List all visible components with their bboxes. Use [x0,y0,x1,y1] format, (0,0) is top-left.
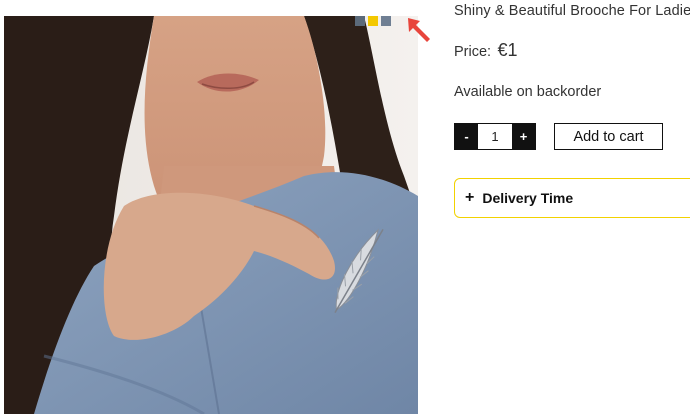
add-to-cart-button[interactable]: Add to cart [554,123,663,150]
quantity-decrease-button[interactable]: - [455,124,478,149]
plus-icon: + [465,189,475,206]
price: Price: €1 [454,40,518,61]
quantity-stepper: - + [454,123,536,150]
swatch-slate[interactable] [355,16,365,26]
red-arrow-icon [408,18,430,42]
swatch-yellow[interactable] [368,16,378,26]
stock-status: Available on backorder [454,84,602,100]
quantity-increase-button[interactable]: + [512,124,535,149]
product-title: Shiny & Beautiful Brooche For Ladies [454,3,690,19]
price-label: Price: [454,44,492,60]
swatch-blue-grey[interactable] [381,16,391,26]
quantity-input[interactable] [478,124,512,149]
accordion-label: Delivery Time [482,190,574,206]
price-value: €1 [497,40,518,60]
product-image[interactable] [4,16,418,414]
color-swatches [355,16,391,26]
delivery-time-accordion[interactable]: + Delivery Time [454,178,690,218]
